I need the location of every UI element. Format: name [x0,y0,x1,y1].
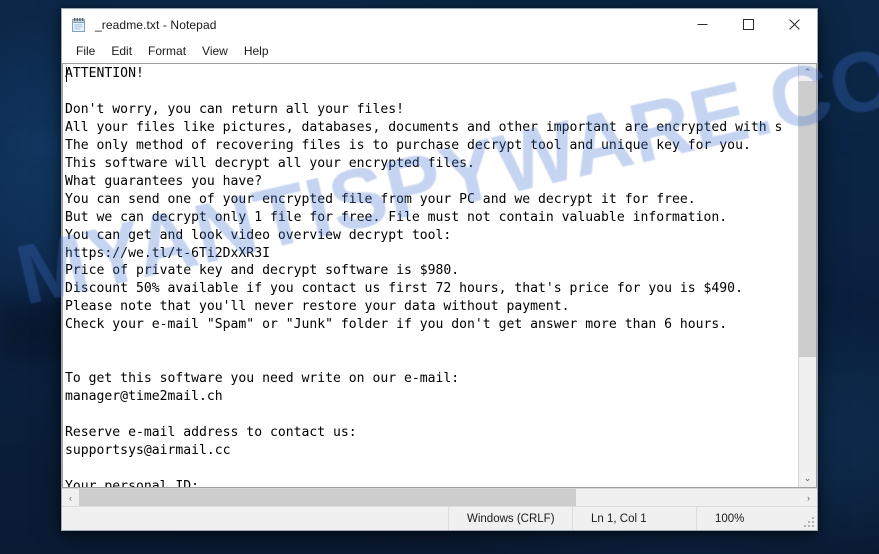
status-bar: Windows (CRLF) Ln 1, Col 1 100% [62,506,817,530]
menu-item-help[interactable]: Help [236,42,277,60]
horizontal-scroll-track[interactable] [79,489,800,506]
menu-item-edit[interactable]: Edit [103,42,140,60]
horizontal-scrollbar[interactable]: ‹ › [62,488,817,506]
window-controls [679,9,817,40]
status-cursor-position: Ln 1, Col 1 [573,507,697,530]
editor-region: ATTENTION! Don't worry, you can return a… [62,63,817,488]
menu-bar: File Edit Format View Help [62,40,817,63]
status-line-ending: Windows (CRLF) [449,507,573,530]
scroll-right-arrow-icon[interactable]: › [800,489,817,506]
ransom-note-text: ATTENTION! Don't worry, you can return a… [65,66,783,487]
vertical-scroll-track[interactable] [799,81,816,470]
text-editor[interactable]: ATTENTION! Don't worry, you can return a… [63,64,798,487]
status-bar-spacer [62,507,449,530]
maximize-button[interactable] [725,9,771,40]
close-button[interactable] [771,9,817,40]
menu-item-file[interactable]: File [68,42,103,60]
scroll-down-arrow-icon[interactable]: ⌄ [799,470,816,487]
resize-grip[interactable] [803,516,814,527]
status-zoom-level: 100% [715,512,745,525]
menu-item-view[interactable]: View [194,42,236,60]
window-title: _readme.txt - Notepad [95,17,217,32]
notepad-icon [71,17,87,33]
scroll-left-arrow-icon[interactable]: ‹ [62,489,79,506]
menu-item-format[interactable]: Format [140,42,194,60]
minimize-button[interactable] [679,9,725,40]
vertical-scrollbar[interactable]: ⌃ ⌄ [798,64,816,487]
notepad-window: _readme.txt - Notepad File Edit Format V… [61,8,818,531]
horizontal-scroll-thumb[interactable] [79,489,577,506]
vertical-scroll-thumb[interactable] [799,81,816,358]
title-bar[interactable]: _readme.txt - Notepad [62,9,817,40]
scroll-up-arrow-icon[interactable]: ⌃ [799,64,816,81]
